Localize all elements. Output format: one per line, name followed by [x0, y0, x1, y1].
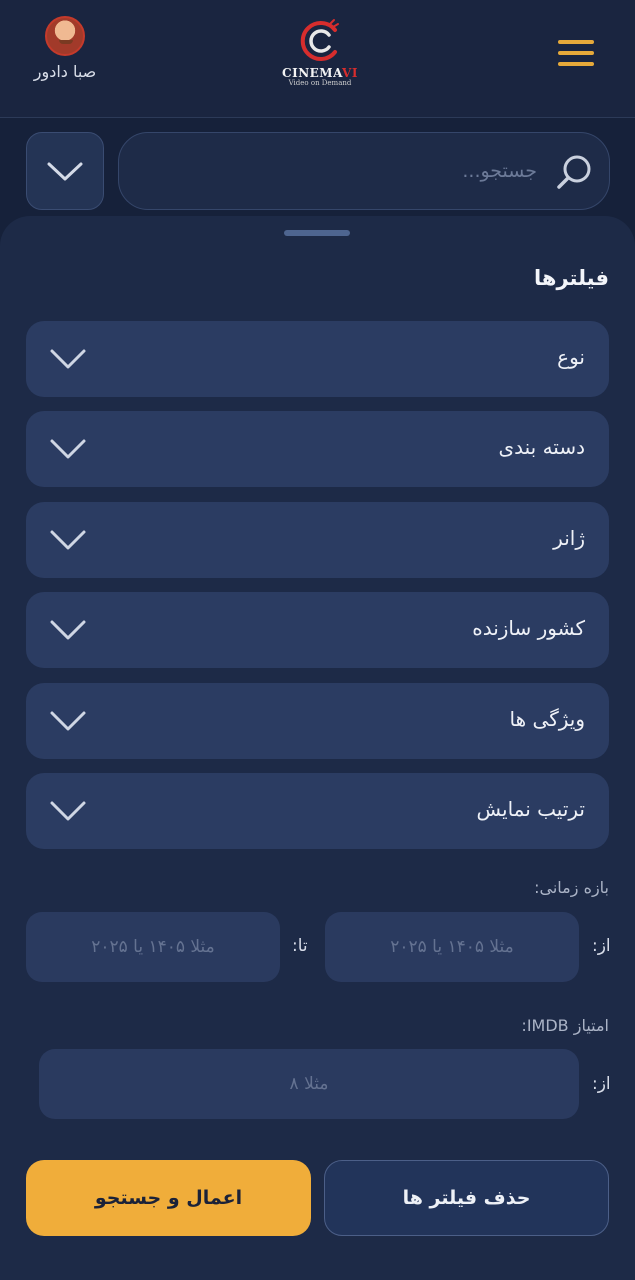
imdb-label: امتیاز IMDB:: [521, 1016, 609, 1035]
search-bar[interactable]: [118, 132, 610, 210]
imdb-from-label: از:: [592, 1074, 611, 1094]
hamburger-icon-bar: [558, 62, 594, 66]
hamburger-icon-bar: [558, 51, 594, 55]
app-header: CINEMAVI Video on Demand صبا دادور: [0, 0, 635, 118]
menu-button[interactable]: [556, 36, 596, 70]
filter-label: نوع: [557, 345, 585, 369]
filter-genre[interactable]: ژانر: [26, 502, 609, 578]
page: CINEMAVI Video on Demand صبا دادور فیلتر…: [0, 0, 635, 1280]
filter-label: ژانر: [553, 526, 585, 550]
date-from-input[interactable]: [325, 912, 579, 982]
brand-logo[interactable]: CINEMAVI Video on Demand: [270, 18, 370, 98]
date-range-label: بازه زمانی:: [534, 878, 609, 897]
chevron-down-icon: [50, 620, 86, 640]
brand-tagline: Video on Demand: [288, 79, 352, 87]
filter-toggle-button[interactable]: [26, 132, 104, 210]
avatar: [45, 16, 85, 56]
clear-filters-button[interactable]: حذف فیلتر ها: [324, 1160, 609, 1236]
chevron-down-icon: [50, 530, 86, 550]
filters-title: فیلترها: [534, 266, 609, 290]
filter-sort-order[interactable]: ترتیب نمایش: [26, 773, 609, 849]
logo-c-icon: [300, 19, 339, 61]
filter-country[interactable]: کشور سازنده: [26, 592, 609, 668]
filter-sheet: فیلترها نوع دسته بندی ژانر کشور سازنده و…: [0, 216, 635, 1280]
chevron-down-icon: [50, 439, 86, 459]
hamburger-icon-bar: [558, 40, 594, 44]
filter-label: دسته بندی: [498, 435, 585, 459]
date-from-label: از:: [592, 936, 611, 956]
search-icon[interactable]: [555, 152, 595, 192]
user-name: صبا دادور: [33, 62, 97, 81]
date-to-input[interactable]: [26, 912, 280, 982]
brand-name: CINEMAVI: [282, 66, 358, 80]
chevron-down-icon: [50, 349, 86, 369]
imdb-min-input[interactable]: [39, 1049, 579, 1119]
filter-label: کشور سازنده: [472, 616, 585, 640]
filter-type[interactable]: نوع: [26, 321, 609, 397]
filter-features[interactable]: ویژگی ها: [26, 683, 609, 759]
filter-category[interactable]: دسته بندی: [26, 411, 609, 487]
chevron-down-icon: [47, 162, 83, 181]
filter-label: ترتیب نمایش: [476, 797, 586, 821]
apply-search-button[interactable]: اعمال و جستجو: [26, 1160, 311, 1236]
chevron-down-icon: [50, 801, 86, 821]
date-to-label: تا:: [292, 936, 308, 956]
filter-label: ویژگی ها: [509, 707, 585, 731]
search-input[interactable]: [237, 153, 537, 189]
user-profile[interactable]: صبا دادور: [20, 16, 110, 81]
sheet-drag-handle[interactable]: [284, 230, 350, 236]
chevron-down-icon: [50, 711, 86, 731]
